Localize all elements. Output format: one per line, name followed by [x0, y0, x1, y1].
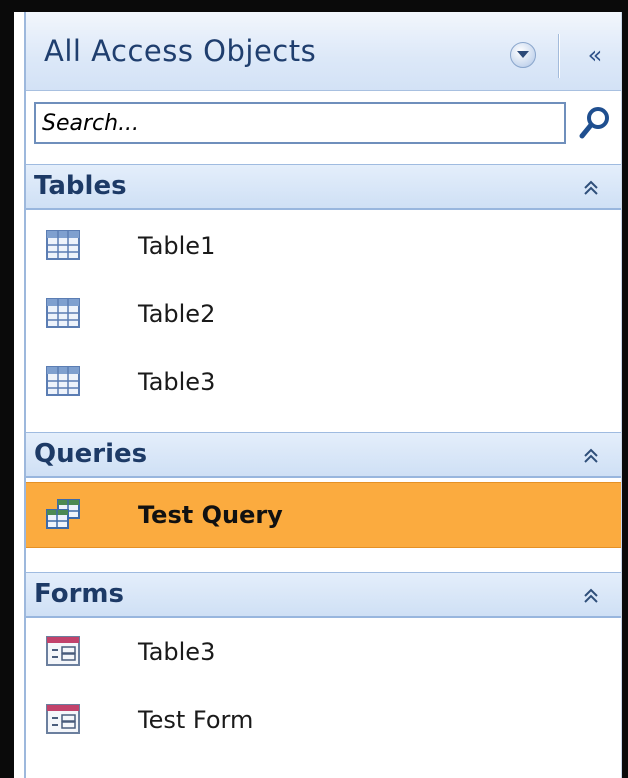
- search-input[interactable]: [34, 102, 566, 144]
- nav-item-label: Test Form: [138, 706, 254, 734]
- chevron-down-icon: [517, 51, 529, 58]
- group-header-tables[interactable]: Tables: [26, 164, 621, 210]
- search-icon: [579, 107, 609, 139]
- search-bar: [26, 98, 621, 148]
- search-button[interactable]: [574, 102, 614, 144]
- collapse-group-icon[interactable]: [580, 585, 602, 607]
- nav-item-form-table3[interactable]: Table3: [26, 620, 621, 686]
- navigation-pane: All Access Objects « Tables: [0, 0, 628, 778]
- nav-item-table1[interactable]: Table1: [26, 214, 621, 280]
- nav-item-label: Table2: [138, 300, 216, 328]
- group-header-forms[interactable]: Forms: [26, 572, 621, 618]
- nav-item-label: Table3: [138, 368, 216, 396]
- table-icon: [46, 298, 80, 328]
- table-icon: [46, 366, 80, 396]
- navigation-pane-body: All Access Objects « Tables: [24, 12, 622, 778]
- collapse-pane-button[interactable]: «: [578, 40, 612, 70]
- nav-item-label: Table3: [138, 638, 216, 666]
- table-icon: [46, 230, 80, 260]
- pane-title[interactable]: All Access Objects: [44, 34, 316, 68]
- group-label: Queries: [34, 439, 148, 469]
- pane-title-bar[interactable]: All Access Objects «: [26, 12, 621, 91]
- title-separator: [558, 34, 559, 78]
- nav-item-label: Test Query: [138, 501, 283, 529]
- nav-item-label: Table1: [138, 232, 216, 260]
- collapse-group-icon[interactable]: [580, 177, 602, 199]
- group-label: Tables: [34, 171, 127, 201]
- nav-item-test-form[interactable]: Test Form: [26, 688, 621, 754]
- form-icon: [46, 704, 80, 734]
- group-label: Forms: [34, 579, 124, 609]
- query-icon: [46, 499, 80, 529]
- pane-menu-button[interactable]: [510, 42, 536, 68]
- nav-item-table3[interactable]: Table3: [26, 350, 621, 416]
- form-icon: [46, 636, 80, 666]
- nav-item-table2[interactable]: Table2: [26, 282, 621, 348]
- nav-item-test-query[interactable]: Test Query: [26, 482, 621, 548]
- double-chevron-left-icon: «: [587, 41, 603, 69]
- collapse-group-icon[interactable]: [580, 445, 602, 467]
- group-header-queries[interactable]: Queries: [26, 432, 621, 478]
